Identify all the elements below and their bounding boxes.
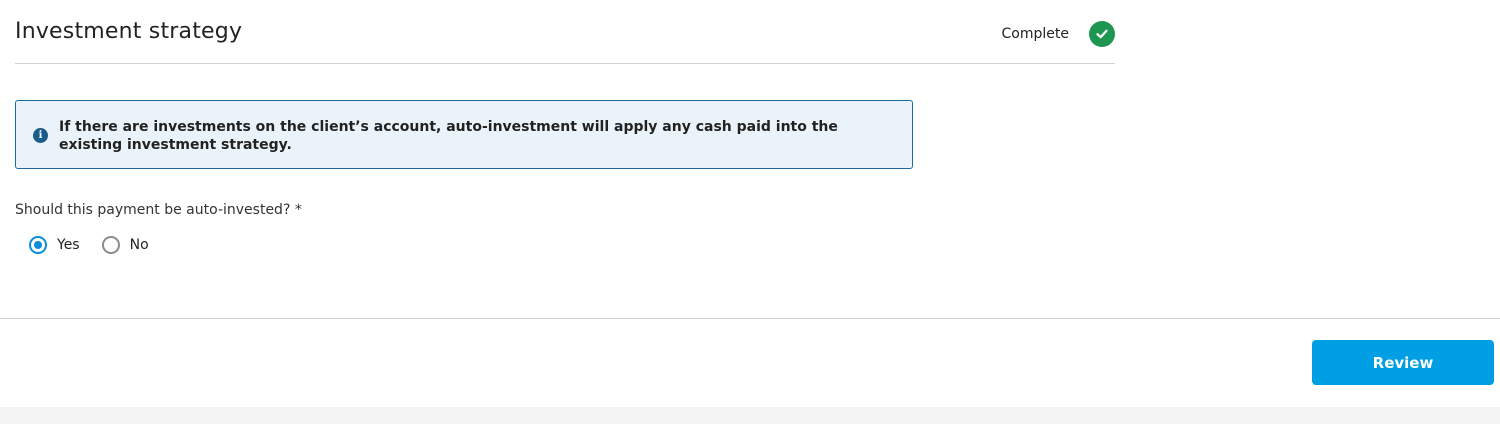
info-icon: i (33, 128, 48, 143)
status-label: Complete (1001, 26, 1069, 42)
info-banner: i If there are investments on the client… (15, 100, 913, 169)
bottom-band (0, 407, 1500, 424)
status-indicator: Complete (1002, 21, 1115, 47)
review-button[interactable]: Review (1312, 340, 1494, 385)
section-title: Investment strategy (15, 19, 243, 44)
auto-invest-question: Should this payment be auto-invested? * (15, 202, 302, 218)
info-text: If there are investments on the client’s… (59, 119, 838, 153)
auto-invest-radio-group: Yes No (29, 236, 171, 254)
check-circle-icon (1089, 21, 1115, 47)
footer-divider (0, 318, 1500, 319)
page: Investment strategy Complete i If there … (0, 0, 1500, 424)
radio-option-no[interactable]: No (101, 236, 149, 254)
radio-no-label: No (129, 237, 149, 253)
section-header: Investment strategy Complete (15, 0, 1115, 64)
radio-no-unselected[interactable] (101, 236, 120, 254)
radio-option-yes[interactable]: Yes (29, 236, 80, 254)
radio-yes-selected[interactable] (29, 236, 47, 254)
radio-yes-label: Yes (57, 237, 80, 253)
